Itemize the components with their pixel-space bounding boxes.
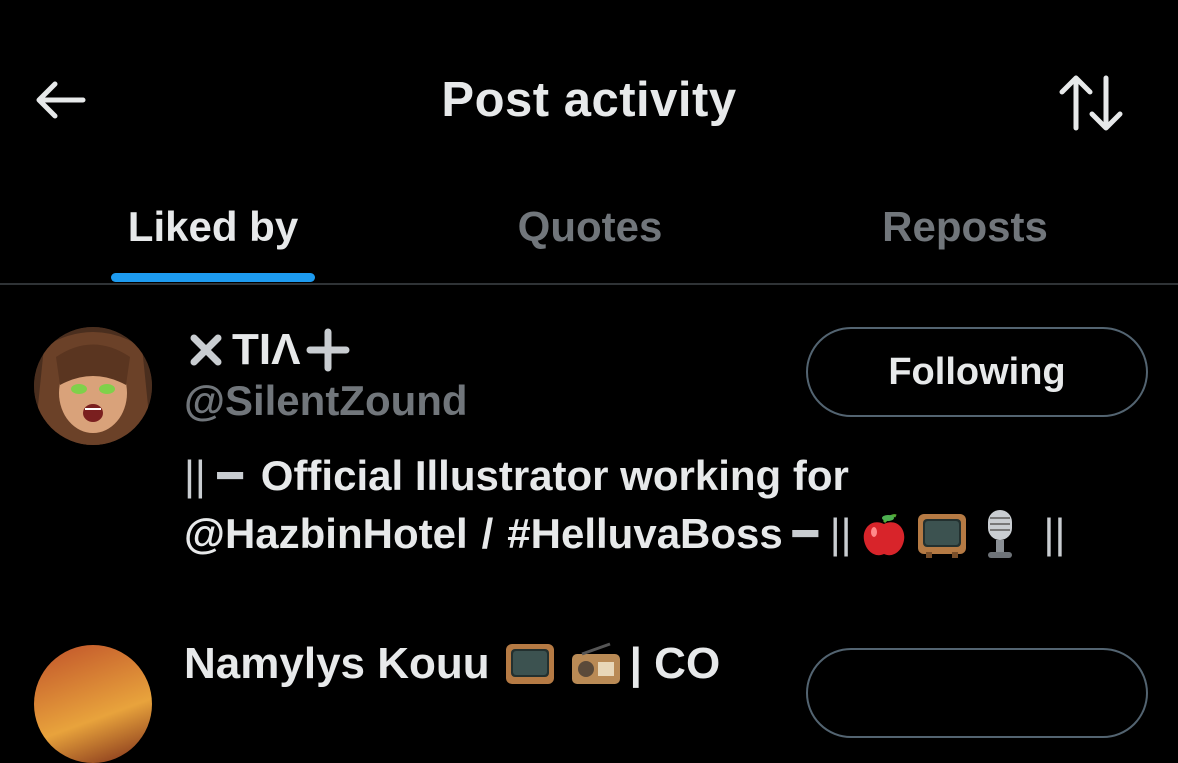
tab-reposts[interactable]: Reposts [860,192,1070,262]
display-name[interactable]: Namylys Kouu | CO [184,638,720,690]
user-handle: @SilentZound [184,377,468,424]
microphone-icon [987,510,1012,558]
bio-text: Official Illustrator working for [260,452,849,499]
television-icon [917,514,966,558]
bio-suffix: ━ || [792,510,852,557]
tab-bar: Liked by Quotes Reposts [0,180,1178,284]
sort-arrows-icon [1059,75,1123,131]
page-title: Post activity [441,73,737,127]
display-name-suffix: | CO [629,639,721,688]
user-list-item[interactable]: Namylys Kouu | CO [0,630,1178,763]
avatar[interactable] [34,645,152,763]
top-bar: Post activity [0,0,1178,200]
sort-button[interactable] [1055,68,1127,138]
bio-hashtag-link[interactable]: #HelluvaBoss [507,505,782,563]
bio-mention-link[interactable]: @HazbinHotel [184,505,468,563]
display-name-text: TIΛ [232,325,301,374]
plus-icon [306,328,350,372]
apple-icon [863,514,904,556]
display-name-text: Namylys Kouu [184,639,490,688]
radio-icon [571,642,620,684]
avatar[interactable] [34,327,152,445]
active-tab-indicator [111,273,315,282]
bio-end: || [1043,510,1066,557]
user-list-item[interactable]: TIΛ @SilentZound Following || ━ Official… [0,285,1178,595]
television-icon [505,644,554,684]
follow-button[interactable] [806,648,1148,738]
cross-mark-icon [190,334,222,366]
following-button[interactable]: Following [806,327,1148,417]
tab-quotes[interactable]: Quotes [490,192,690,262]
tab-liked-by[interactable]: Liked by [111,192,315,262]
user-bio: || ━ Official Illustrator working for @H… [184,447,1164,563]
bio-prefix: || ━ [184,452,243,499]
bio-separator: / [481,510,494,557]
display-name[interactable]: TIΛ [186,325,350,375]
